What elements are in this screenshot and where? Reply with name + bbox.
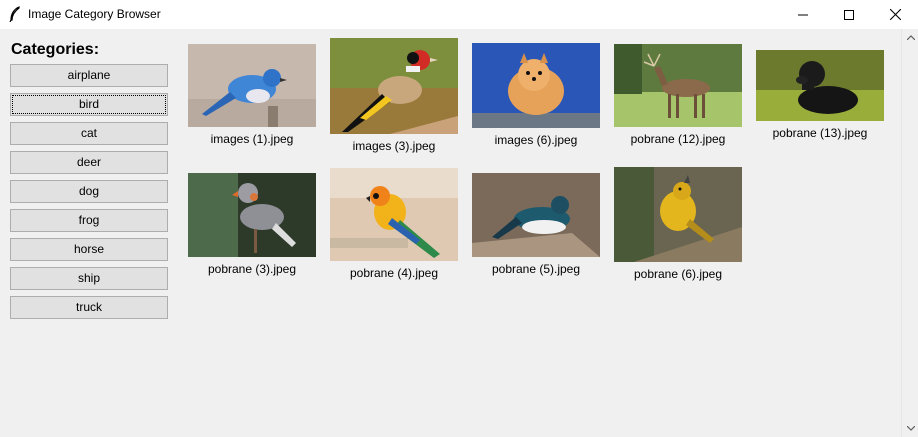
thumbnail-item[interactable]: pobrane (4).jpeg: [323, 168, 465, 280]
title-bar: Image Category Browser: [0, 0, 918, 29]
window-title: Image Category Browser: [28, 7, 161, 21]
feather-icon: [9, 6, 20, 22]
thumbnail-label: pobrane (13).jpeg: [772, 126, 868, 140]
category-button-deer[interactable]: deer: [10, 151, 168, 174]
thumbnail-item[interactable]: pobrane (13).jpeg: [749, 50, 891, 140]
thumbnail-image: [330, 38, 458, 134]
thumbnail-label: images (6).jpeg: [494, 133, 578, 147]
thumbnail-label: pobrane (5).jpeg: [491, 262, 581, 276]
vertical-scrollbar[interactable]: [901, 29, 918, 437]
category-button-truck[interactable]: truck: [10, 296, 168, 319]
thumbnail-item[interactable]: images (6).jpeg: [465, 43, 607, 147]
category-button-horse[interactable]: horse: [10, 238, 168, 261]
close-icon: [889, 9, 901, 20]
minimize-icon: [798, 14, 808, 15]
thumbnail-label: pobrane (12).jpeg: [630, 132, 726, 146]
category-button-dog[interactable]: dog: [10, 180, 168, 203]
scroll-up-button[interactable]: [902, 29, 918, 46]
thumbnail-image: [472, 173, 600, 257]
thumbnail-image: [472, 43, 600, 128]
chevron-down-icon: [906, 426, 915, 431]
category-sidebar: Categories: airplane bird cat deer dog f…: [10, 40, 168, 325]
thumbnail-item[interactable]: pobrane (5).jpeg: [465, 173, 607, 276]
thumbnail-image: [756, 50, 884, 121]
thumbnail-label: images (3).jpeg: [352, 139, 436, 153]
thumbnail-item[interactable]: pobrane (6).jpeg: [607, 167, 749, 281]
category-button-ship[interactable]: ship: [10, 267, 168, 290]
thumbnail-label: images (1).jpeg: [210, 132, 294, 146]
category-button-frog[interactable]: frog: [10, 209, 168, 232]
thumbnail-image: [614, 44, 742, 127]
thumbnail-image: [188, 173, 316, 257]
thumbnail-image: [330, 168, 458, 261]
thumbnail-item[interactable]: images (3).jpeg: [323, 38, 465, 153]
maximize-icon: [844, 9, 854, 20]
minimize-button[interactable]: [780, 0, 826, 29]
scroll-down-button[interactable]: [902, 420, 918, 437]
thumbnail-item[interactable]: pobrane (3).jpeg: [181, 173, 323, 276]
close-button[interactable]: [872, 0, 918, 29]
thumbnail-label: pobrane (4).jpeg: [349, 266, 439, 280]
category-button-cat[interactable]: cat: [10, 122, 168, 145]
category-button-bird[interactable]: bird: [10, 93, 168, 116]
thumbnail-image: [188, 44, 316, 127]
maximize-button[interactable]: [826, 0, 872, 29]
category-button-airplane[interactable]: airplane: [10, 64, 168, 87]
thumbnail-label: pobrane (3).jpeg: [207, 262, 297, 276]
thumbnail-item[interactable]: pobrane (12).jpeg: [607, 44, 749, 146]
thumbnail-image: [614, 167, 742, 262]
chevron-up-icon: [906, 35, 915, 40]
categories-heading: Categories:: [11, 41, 100, 58]
thumbnail-label: pobrane (6).jpeg: [633, 267, 723, 281]
thumbnail-item[interactable]: images (1).jpeg: [181, 44, 323, 146]
